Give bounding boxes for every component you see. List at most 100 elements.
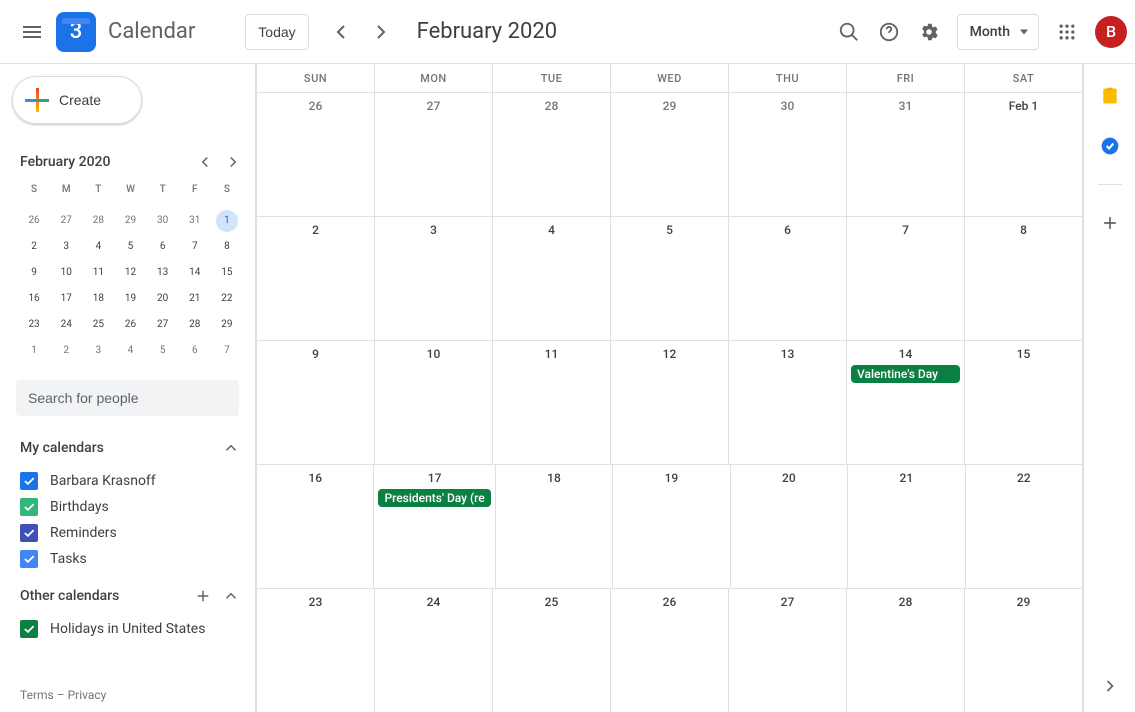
day-cell[interactable]: 22	[966, 465, 1083, 588]
privacy-link[interactable]: Privacy	[68, 688, 107, 702]
day-cell[interactable]: 8	[965, 217, 1083, 340]
search-people-box[interactable]	[16, 380, 239, 416]
search-people-input[interactable]	[28, 390, 227, 406]
calendar-checkbox[interactable]	[20, 498, 38, 516]
calendar-checkbox[interactable]	[20, 472, 38, 490]
mini-day-cell[interactable]: 4	[82, 234, 114, 260]
day-cell[interactable]: 16	[257, 465, 374, 588]
day-cell[interactable]: 30	[729, 93, 847, 216]
mini-day-cell[interactable]: 28	[82, 208, 114, 234]
calendar-checkbox[interactable]	[20, 524, 38, 542]
mini-day-cell[interactable]: 17	[50, 286, 82, 312]
mini-day-cell[interactable]: 2	[18, 234, 50, 260]
main-menu-button[interactable]	[12, 12, 52, 52]
mini-day-cell[interactable]: 3	[50, 234, 82, 260]
mini-day-cell[interactable]: 6	[179, 338, 211, 364]
day-cell[interactable]: 28	[493, 93, 611, 216]
mini-day-cell[interactable]: 2	[50, 338, 82, 364]
mini-day-cell[interactable]: 1	[18, 338, 50, 364]
mini-day-cell[interactable]: 25	[82, 312, 114, 338]
day-cell[interactable]: 7	[847, 217, 965, 340]
mini-day-cell[interactable]: 30	[147, 208, 179, 234]
calendar-item[interactable]: Birthdays	[0, 494, 255, 520]
add-other-calendar-button[interactable]	[189, 582, 217, 610]
mini-day-cell[interactable]: 27	[147, 312, 179, 338]
day-cell[interactable]: 13	[729, 341, 847, 464]
day-cell[interactable]: 27	[729, 589, 847, 712]
mini-day-cell[interactable]: 12	[114, 260, 146, 286]
day-cell[interactable]: 27	[375, 93, 493, 216]
day-cell[interactable]: 10	[375, 341, 493, 464]
day-cell[interactable]: 29	[965, 589, 1083, 712]
my-calendars-header[interactable]: My calendars	[0, 424, 255, 468]
day-cell[interactable]: 28	[847, 589, 965, 712]
mini-next-button[interactable]	[219, 148, 247, 176]
keep-app-button[interactable]	[1092, 78, 1128, 114]
event-chip[interactable]: Presidents' Day (re	[378, 489, 490, 507]
mini-day-cell[interactable]: 29	[114, 208, 146, 234]
day-cell[interactable]: Feb 1	[965, 93, 1083, 216]
mini-day-cell[interactable]: 16	[18, 286, 50, 312]
add-addon-button[interactable]	[1092, 205, 1128, 241]
day-cell[interactable]: 4	[493, 217, 611, 340]
day-cell[interactable]: 26	[611, 589, 729, 712]
mini-day-cell[interactable]: 23	[18, 312, 50, 338]
day-cell[interactable]: 26	[257, 93, 375, 216]
mini-day-cell[interactable]: 20	[147, 286, 179, 312]
account-avatar[interactable]: B	[1095, 16, 1127, 48]
mini-day-cell[interactable]: 24	[50, 312, 82, 338]
mini-day-cell[interactable]: 11	[82, 260, 114, 286]
mini-day-cell[interactable]: 5	[114, 234, 146, 260]
help-button[interactable]	[869, 12, 909, 52]
calendar-item[interactable]: Tasks	[0, 546, 255, 572]
mini-day-cell[interactable]: 7	[211, 338, 243, 364]
day-cell[interactable]: 11	[493, 341, 611, 464]
mini-day-cell[interactable]: 6	[147, 234, 179, 260]
day-cell[interactable]: 23	[257, 589, 375, 712]
settings-button[interactable]	[909, 12, 949, 52]
day-cell[interactable]: 5	[611, 217, 729, 340]
view-selector[interactable]: Month	[957, 14, 1039, 50]
mini-prev-button[interactable]	[191, 148, 219, 176]
today-button[interactable]: Today	[245, 14, 308, 50]
calendar-item[interactable]: Reminders	[0, 520, 255, 546]
day-cell[interactable]: 21	[848, 465, 965, 588]
terms-link[interactable]: Terms	[20, 688, 54, 702]
mini-day-cell[interactable]: 29	[211, 312, 243, 338]
day-cell[interactable]: 20	[731, 465, 848, 588]
mini-day-cell[interactable]: 18	[82, 286, 114, 312]
mini-day-cell[interactable]: 22	[211, 286, 243, 312]
other-calendars-header[interactable]: Other calendars	[0, 572, 255, 616]
apps-button[interactable]	[1047, 12, 1087, 52]
day-cell[interactable]: 19	[613, 465, 730, 588]
side-panel-collapse-button[interactable]	[1090, 666, 1130, 706]
day-cell[interactable]: 18	[496, 465, 613, 588]
calendar-checkbox[interactable]	[20, 550, 38, 568]
mini-day-cell[interactable]: 26	[18, 208, 50, 234]
day-cell[interactable]: 25	[493, 589, 611, 712]
day-cell[interactable]: 3	[375, 217, 493, 340]
day-cell[interactable]: 9	[257, 341, 375, 464]
create-button[interactable]: Create	[12, 76, 142, 124]
mini-day-cell[interactable]: 13	[147, 260, 179, 286]
mini-day-cell[interactable]: 14	[179, 260, 211, 286]
mini-day-cell[interactable]: 7	[179, 234, 211, 260]
day-cell[interactable]: 6	[729, 217, 847, 340]
day-cell[interactable]: 29	[611, 93, 729, 216]
day-cell[interactable]: 14Valentine's Day	[847, 341, 965, 464]
next-month-button[interactable]	[361, 12, 401, 52]
mini-day-cell[interactable]: 26	[114, 312, 146, 338]
search-button[interactable]	[829, 12, 869, 52]
day-cell[interactable]: 31	[847, 93, 965, 216]
mini-day-cell[interactable]: 28	[179, 312, 211, 338]
calendar-item[interactable]: Barbara Krasnoff	[0, 468, 255, 494]
mini-day-cell[interactable]: 9	[18, 260, 50, 286]
day-cell[interactable]: 2	[257, 217, 375, 340]
mini-day-cell[interactable]: 1	[211, 208, 243, 234]
mini-day-cell[interactable]: 31	[179, 208, 211, 234]
mini-day-cell[interactable]: 5	[147, 338, 179, 364]
day-cell[interactable]: 12	[611, 341, 729, 464]
mini-day-cell[interactable]: 4	[114, 338, 146, 364]
day-cell[interactable]: 24	[375, 589, 493, 712]
event-chip[interactable]: Valentine's Day	[851, 365, 960, 383]
